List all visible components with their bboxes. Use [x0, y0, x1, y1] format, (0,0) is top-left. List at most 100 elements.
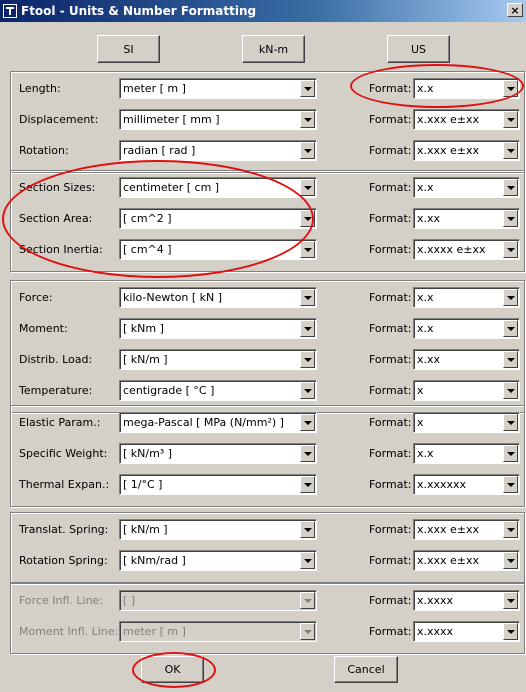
- unit-select[interactable]: [ kNm ]: [119, 318, 317, 339]
- unit-row: Specific Weight: [ kN/m³ ] Format: x.x: [11, 443, 524, 465]
- row-label: Thermal Expan.:: [19, 478, 110, 491]
- chevron-down-icon[interactable]: [300, 241, 315, 258]
- format-select[interactable]: x: [413, 412, 520, 433]
- chevron-down-icon[interactable]: [300, 289, 315, 306]
- format-value: x.xxx e±xx: [417, 523, 480, 536]
- chevron-down-icon[interactable]: [300, 414, 315, 431]
- format-select[interactable]: x.xxx e±xx: [413, 519, 520, 540]
- chevron-down-icon[interactable]: [503, 289, 518, 306]
- unit-select[interactable]: [ kN/m ]: [119, 349, 317, 370]
- format-select[interactable]: x.xx: [413, 208, 520, 229]
- format-label: Format:: [369, 523, 412, 536]
- chevron-down-icon[interactable]: [300, 80, 315, 97]
- unit-row: Elastic Param.: mega-Pascal [ MPa (N/mm²)…: [11, 412, 524, 434]
- row-label: Translat. Spring:: [19, 523, 109, 536]
- unit-row: Distrib. Load: [ kN/m ] Format: x.xx: [11, 349, 524, 371]
- unit-value: [ cm^4 ]: [123, 243, 172, 256]
- unit-select[interactable]: mega-Pascal [ MPa (N/mm²) ]: [119, 412, 317, 433]
- chevron-down-icon[interactable]: [300, 445, 315, 462]
- chevron-down-icon[interactable]: [503, 80, 518, 97]
- format-value: x.xxxx: [417, 594, 454, 607]
- format-value: x.xxxx e±xx: [417, 243, 486, 256]
- chevron-down-icon[interactable]: [300, 179, 315, 196]
- format-select[interactable]: x: [413, 380, 520, 401]
- row-label: Specific Weight:: [19, 447, 108, 460]
- chevron-down-icon[interactable]: [503, 414, 518, 431]
- unit-select[interactable]: centigrade [ °C ]: [119, 380, 317, 401]
- unit-value: centimeter [ cm ]: [123, 181, 220, 194]
- unit-select[interactable]: [ kN/m ]: [119, 519, 317, 540]
- unit-select[interactable]: [ kN/m³ ]: [119, 443, 317, 464]
- unit-select[interactable]: [ kNm/rad ]: [119, 550, 317, 571]
- chevron-down-icon[interactable]: [503, 351, 518, 368]
- format-select[interactable]: x.x: [413, 78, 520, 99]
- preset-si-button[interactable]: SI: [97, 35, 160, 63]
- row-label: Force:: [19, 291, 53, 304]
- chevron-down-icon[interactable]: [300, 552, 315, 569]
- format-select[interactable]: x.x: [413, 287, 520, 308]
- row-label: Section Inertia:: [19, 243, 103, 256]
- unit-select[interactable]: [ cm^2 ]: [119, 208, 317, 229]
- unit-value: meter [ m ]: [123, 82, 186, 95]
- chevron-down-icon[interactable]: [300, 142, 315, 159]
- chevron-down-icon[interactable]: [300, 320, 315, 337]
- format-label: Format:: [369, 594, 412, 607]
- chevron-down-icon[interactable]: [503, 210, 518, 227]
- unit-select[interactable]: kilo-Newton [ kN ]: [119, 287, 317, 308]
- format-label: Format:: [369, 416, 412, 429]
- unit-select[interactable]: millimeter [ mm ]: [119, 109, 317, 130]
- chevron-down-icon[interactable]: [300, 210, 315, 227]
- cancel-button[interactable]: Cancel: [334, 656, 398, 683]
- unit-group: Length: meter [ m ] Format: x.x Displacement…: [10, 71, 525, 173]
- format-select[interactable]: x.xxxxxx: [413, 474, 520, 495]
- format-select[interactable]: x.x: [413, 177, 520, 198]
- chevron-down-icon[interactable]: [503, 179, 518, 196]
- unit-select[interactable]: radian [ rad ]: [119, 140, 317, 161]
- close-icon[interactable]: ×: [507, 3, 523, 17]
- chevron-down-icon[interactable]: [300, 521, 315, 538]
- unit-select[interactable]: [ cm^4 ]: [119, 239, 317, 260]
- format-select[interactable]: x.xxx e±xx: [413, 109, 520, 130]
- format-select[interactable]: x.xx: [413, 349, 520, 370]
- chevron-down-icon[interactable]: [503, 552, 518, 569]
- format-select[interactable]: x.xxxx: [413, 621, 520, 642]
- chevron-down-icon[interactable]: [503, 241, 518, 258]
- unit-row: Temperature: centigrade [ °C ] Format: x: [11, 380, 524, 402]
- unit-value: kilo-Newton [ kN ]: [123, 291, 223, 304]
- chevron-down-icon[interactable]: [300, 351, 315, 368]
- format-select[interactable]: x.xxx e±xx: [413, 550, 520, 571]
- format-value: x.xxxxxx: [417, 478, 467, 491]
- chevron-down-icon[interactable]: [503, 476, 518, 493]
- format-select[interactable]: x.x: [413, 443, 520, 464]
- row-label: Length:: [19, 82, 61, 95]
- ok-button[interactable]: OK: [141, 656, 204, 683]
- format-label: Format:: [369, 447, 412, 460]
- chevron-down-icon[interactable]: [503, 111, 518, 128]
- chevron-down-icon[interactable]: [503, 142, 518, 159]
- chevron-down-icon[interactable]: [503, 382, 518, 399]
- chevron-down-icon[interactable]: [503, 521, 518, 538]
- unit-group: Elastic Param.: mega-Pascal [ MPa (N/mm²)…: [10, 405, 525, 507]
- format-select[interactable]: x.xxx e±xx: [413, 140, 520, 161]
- unit-select[interactable]: centimeter [ cm ]: [119, 177, 317, 198]
- chevron-down-icon[interactable]: [300, 382, 315, 399]
- format-value: x.x: [417, 447, 434, 460]
- unit-select[interactable]: [ 1/°C ]: [119, 474, 317, 495]
- format-value: x.xxxx: [417, 625, 454, 638]
- chevron-down-icon[interactable]: [503, 592, 518, 609]
- format-select[interactable]: x.x: [413, 318, 520, 339]
- chevron-down-icon[interactable]: [503, 623, 518, 640]
- chevron-down-icon[interactable]: [300, 476, 315, 493]
- chevron-down-icon[interactable]: [503, 445, 518, 462]
- unit-group: Translat. Spring: [ kN/m ] Format: x.xxx e±…: [10, 512, 525, 583]
- format-label: Format:: [369, 353, 412, 366]
- preset-kn-m-button[interactable]: kN-m: [242, 35, 305, 63]
- row-label: Section Sizes:: [19, 181, 96, 194]
- unit-select[interactable]: meter [ m ]: [119, 78, 317, 99]
- format-select[interactable]: x.xxxx: [413, 590, 520, 611]
- format-select[interactable]: x.xxxx e±xx: [413, 239, 520, 260]
- preset-us-button[interactable]: US: [387, 35, 450, 63]
- chevron-down-icon[interactable]: [503, 320, 518, 337]
- chevron-down-icon[interactable]: [300, 111, 315, 128]
- unit-row: Rotation: radian [ rad ] Format: x.xxx e±xx: [11, 140, 524, 162]
